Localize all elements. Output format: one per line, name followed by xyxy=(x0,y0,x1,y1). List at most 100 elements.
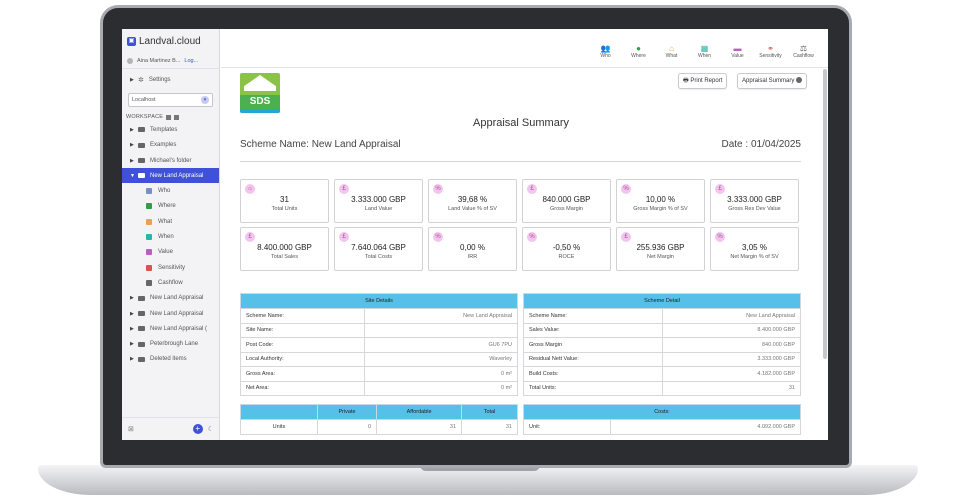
chevron-right-icon[interactable]: ▶ xyxy=(130,326,138,332)
brand-icon: ▣ xyxy=(127,36,136,46)
nav-who[interactable]: 👥 Who xyxy=(589,44,622,59)
kpi-card: % 39,68 % Land Value % of SV xyxy=(428,179,517,223)
kpi-value: 840.000 GBP xyxy=(542,195,591,204)
tree-item[interactable]: ▶ Peterbrough Lane xyxy=(122,336,219,351)
chevron-down-icon[interactable]: ▼ xyxy=(130,173,138,179)
tree-folder[interactable]: ▶ Templates xyxy=(122,122,219,137)
chevron-right-icon[interactable]: ▶ xyxy=(130,77,138,83)
tree-item[interactable]: ▶ New Land Appraisal xyxy=(122,306,219,321)
appraisal-summary-button[interactable]: Appraisal Summary xyxy=(737,73,808,89)
nav-what[interactable]: ⌂ What xyxy=(655,44,688,59)
environment-select[interactable]: Localhost ▾ xyxy=(128,93,213,108)
print-report-button[interactable]: 🖶 Print Report xyxy=(678,73,728,89)
sub-item-cashflow[interactable]: Cashflow xyxy=(122,275,219,290)
summary-label: Appraisal Summary xyxy=(742,78,795,84)
sub-item-label: Cashflow xyxy=(158,279,183,286)
table-row: Scheme Name: New Land Appraisal xyxy=(239,308,518,324)
row-label: Scheme Name: xyxy=(522,308,664,324)
pound-icon: £ xyxy=(621,232,631,242)
nav-cashflow[interactable]: ⚖ Cashflow xyxy=(787,44,820,59)
units-table: Private Affordable Total Units 0 31 31 xyxy=(240,404,518,435)
house-icon: ⌂ xyxy=(245,184,255,194)
moon-icon[interactable]: ☾ xyxy=(208,425,214,433)
chevron-right-icon[interactable]: ▶ xyxy=(130,356,138,362)
kpi-grid: ⌂ 31 Total Units £3.333.000 GBP Land Value% 3… xyxy=(240,179,801,271)
kpi-label: Gross Margin % of SV xyxy=(633,206,688,212)
settings-item[interactable]: ▶ ✲ Settings xyxy=(122,72,219,87)
collapse-icon[interactable]: ⊠ xyxy=(128,425,134,433)
kpi-label: Total Costs xyxy=(364,254,393,260)
pound-icon: £ xyxy=(339,184,349,194)
row-label: Site Name: xyxy=(239,322,366,338)
calendar-icon: ▦ xyxy=(700,44,709,53)
nav-value[interactable]: ▬ Value xyxy=(721,44,754,59)
kpi-label: IRR xyxy=(467,254,478,260)
tree-folder[interactable]: ▶ Examples xyxy=(122,138,219,153)
logout-link[interactable]: Log... xyxy=(184,58,198,64)
row-value: 3.333.000 GBP xyxy=(662,351,801,367)
nav-when[interactable]: ▦ When xyxy=(688,44,721,59)
table-row: Sales Value: 8.400.000 GBP xyxy=(522,322,801,338)
kpi-card: £7.640.064 GBP Total Costs xyxy=(334,227,423,271)
row-value: 0 m² xyxy=(364,366,518,382)
kpi-value: 10,00 % xyxy=(645,195,676,204)
chevron-right-icon[interactable]: ▶ xyxy=(130,311,138,317)
sub-item-what[interactable]: What xyxy=(122,214,219,229)
kpi-value: 39,68 % xyxy=(457,195,488,204)
row-label: Scheme Name: xyxy=(239,308,366,324)
tree-item[interactable]: ▶ Deleted items xyxy=(122,352,219,367)
sub-item-sensitivity[interactable]: Sensitivity xyxy=(122,260,219,275)
brand[interactable]: ▣ Landval.cloud xyxy=(122,29,219,53)
value-icon: ▬ xyxy=(733,44,742,53)
file-add-icon[interactable] xyxy=(174,114,180,120)
chevron-right-icon[interactable]: ▶ xyxy=(130,341,138,347)
scheme-detail-header: Scheme Detail xyxy=(523,293,801,309)
add-button[interactable]: + xyxy=(192,424,203,434)
trash-icon xyxy=(138,356,145,362)
sub-item-where[interactable]: Where xyxy=(122,199,219,214)
tree-folder-label: Templates xyxy=(150,126,178,133)
costs-header: Costs: xyxy=(523,404,801,420)
chevron-down-icon: ▾ xyxy=(201,96,209,105)
kpi-card: ⌂ 31 Total Units xyxy=(240,179,329,223)
kpi-card: £3.333.000 GBP Land Value xyxy=(334,179,423,223)
nav-where[interactable]: ● Where xyxy=(622,44,655,59)
tree-item[interactable]: ▶ New Land Appraisal xyxy=(122,291,219,306)
tree-folder-label: Examples xyxy=(150,142,177,149)
kpi-value: 7.640.064 GBP xyxy=(351,243,406,252)
nav-sensitivity[interactable]: ⚭ Sensitivity xyxy=(754,44,787,59)
chevron-right-icon[interactable]: ▶ xyxy=(130,142,138,148)
units-header: Affordable xyxy=(376,404,463,420)
tree-item[interactable]: ▶ New Land Appraisal ( xyxy=(122,321,219,336)
workspace-label: WORKSPACE xyxy=(122,112,219,122)
what-icon xyxy=(146,218,152,225)
table-row: Residual Nett Value: 3.333.000 GBP xyxy=(522,351,801,367)
sub-item-value[interactable]: Value xyxy=(122,245,219,260)
row-value: 840.000 GBP xyxy=(662,337,801,353)
file-icon xyxy=(138,295,145,301)
percent-icon: % xyxy=(715,232,725,242)
chevron-right-icon[interactable]: ▶ xyxy=(130,295,138,301)
sub-item-when[interactable]: When xyxy=(122,229,219,244)
user-name: Aina Martinez B... xyxy=(137,57,181,64)
folder-icon xyxy=(138,158,145,164)
folder-add-icon[interactable] xyxy=(166,114,172,120)
row-value: 8.400.000 GBP xyxy=(662,322,801,338)
sub-item-list: Who Where What When Value Sensitivity Cashflow xyxy=(122,183,219,290)
scrollbar[interactable] xyxy=(823,69,827,359)
tree-folder[interactable]: ▶ Michael's folder xyxy=(122,153,219,168)
chevron-right-icon[interactable]: ▶ xyxy=(130,158,138,164)
tree-item-active[interactable]: ▼ New Land Appraisal xyxy=(122,168,219,184)
sidebar-footer: ⊠ + ☾ xyxy=(122,417,220,440)
sub-item-who[interactable]: Who xyxy=(122,183,219,198)
kpi-value: 8.400.000 GBP xyxy=(257,243,312,252)
users-icon: 👥 xyxy=(600,44,611,53)
page-title: Appraisal Summary xyxy=(473,117,569,129)
logo-roof xyxy=(244,75,276,91)
app-screen: ▣ Landval.cloud Aina Martinez B... Log..… xyxy=(122,29,828,440)
table-row: Units 0 31 31 xyxy=(240,419,518,435)
row-label: Post Code: xyxy=(239,337,366,353)
sub-item-label: Sensitivity xyxy=(158,264,186,271)
chevron-right-icon[interactable]: ▶ xyxy=(130,127,138,133)
pound-icon: £ xyxy=(339,232,349,242)
